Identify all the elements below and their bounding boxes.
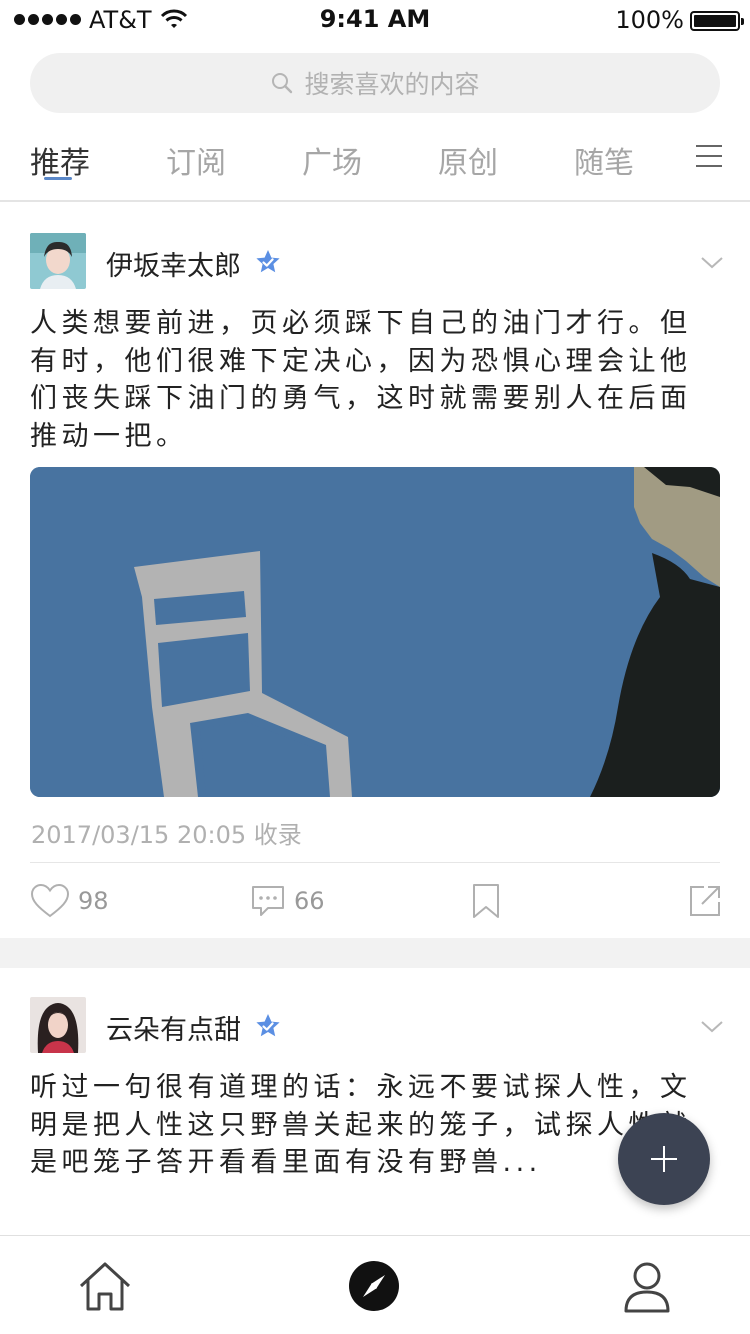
avatar[interactable] [30, 997, 86, 1053]
battery-icon [690, 11, 744, 31]
status-bar: AT&T 9:41 AM 100% [0, 0, 750, 40]
post-timestamp: 2017/03/15 20:05 收录 [31, 821, 302, 849]
post-image[interactable] [30, 467, 720, 797]
bookmark-icon [473, 884, 499, 918]
search-placeholder: 搜索喜欢的内容 [304, 70, 480, 99]
author-name[interactable]: 伊坂幸太郎 [106, 244, 241, 283]
post-text: 人类想要前进，页必须踩下自己的油门才行。但有时，他们很难下定决心，因为恐惧心理会… [30, 308, 692, 452]
tab-square[interactable]: 广场 [302, 138, 362, 182]
bookmark-button[interactable] [472, 880, 500, 922]
chevron-down-icon[interactable] [700, 256, 724, 270]
comment-button[interactable]: 66 [250, 880, 325, 922]
plus-icon [651, 1146, 677, 1172]
like-button[interactable]: 98 [30, 880, 109, 922]
compass-icon[interactable] [346, 1258, 402, 1314]
category-tabs: 推荐 订阅 广场 原创 随笔 [0, 130, 750, 202]
tab-essay[interactable]: 随笔 [574, 138, 634, 182]
comment-icon [252, 886, 284, 916]
chevron-down-icon[interactable] [700, 1020, 724, 1034]
search-input[interactable]: 搜索喜欢的内容 [30, 53, 720, 113]
menu-icon[interactable] [696, 143, 722, 169]
share-button[interactable] [688, 880, 722, 922]
heart-icon [30, 883, 70, 918]
avatar[interactable] [30, 233, 86, 289]
tab-indicator [44, 177, 72, 180]
tab-recommend[interactable]: 推荐 [30, 138, 90, 182]
tab-subscribe[interactable]: 订阅 [166, 138, 226, 182]
verified-icon [256, 1014, 280, 1037]
share-icon [690, 886, 720, 916]
search-icon [272, 73, 293, 94]
battery-percent: 100% [615, 6, 684, 34]
user-icon[interactable] [619, 1258, 675, 1314]
bottom-nav [0, 1235, 750, 1334]
author-name[interactable]: 云朵有点甜 [106, 1008, 241, 1047]
verified-icon [256, 250, 280, 273]
tab-original[interactable]: 原创 [438, 138, 498, 182]
divider [30, 862, 720, 863]
comment-count: 66 [294, 887, 325, 915]
compose-button[interactable] [618, 1113, 710, 1205]
home-icon[interactable] [77, 1258, 133, 1314]
section-separator [0, 938, 750, 968]
like-count: 98 [78, 887, 109, 915]
